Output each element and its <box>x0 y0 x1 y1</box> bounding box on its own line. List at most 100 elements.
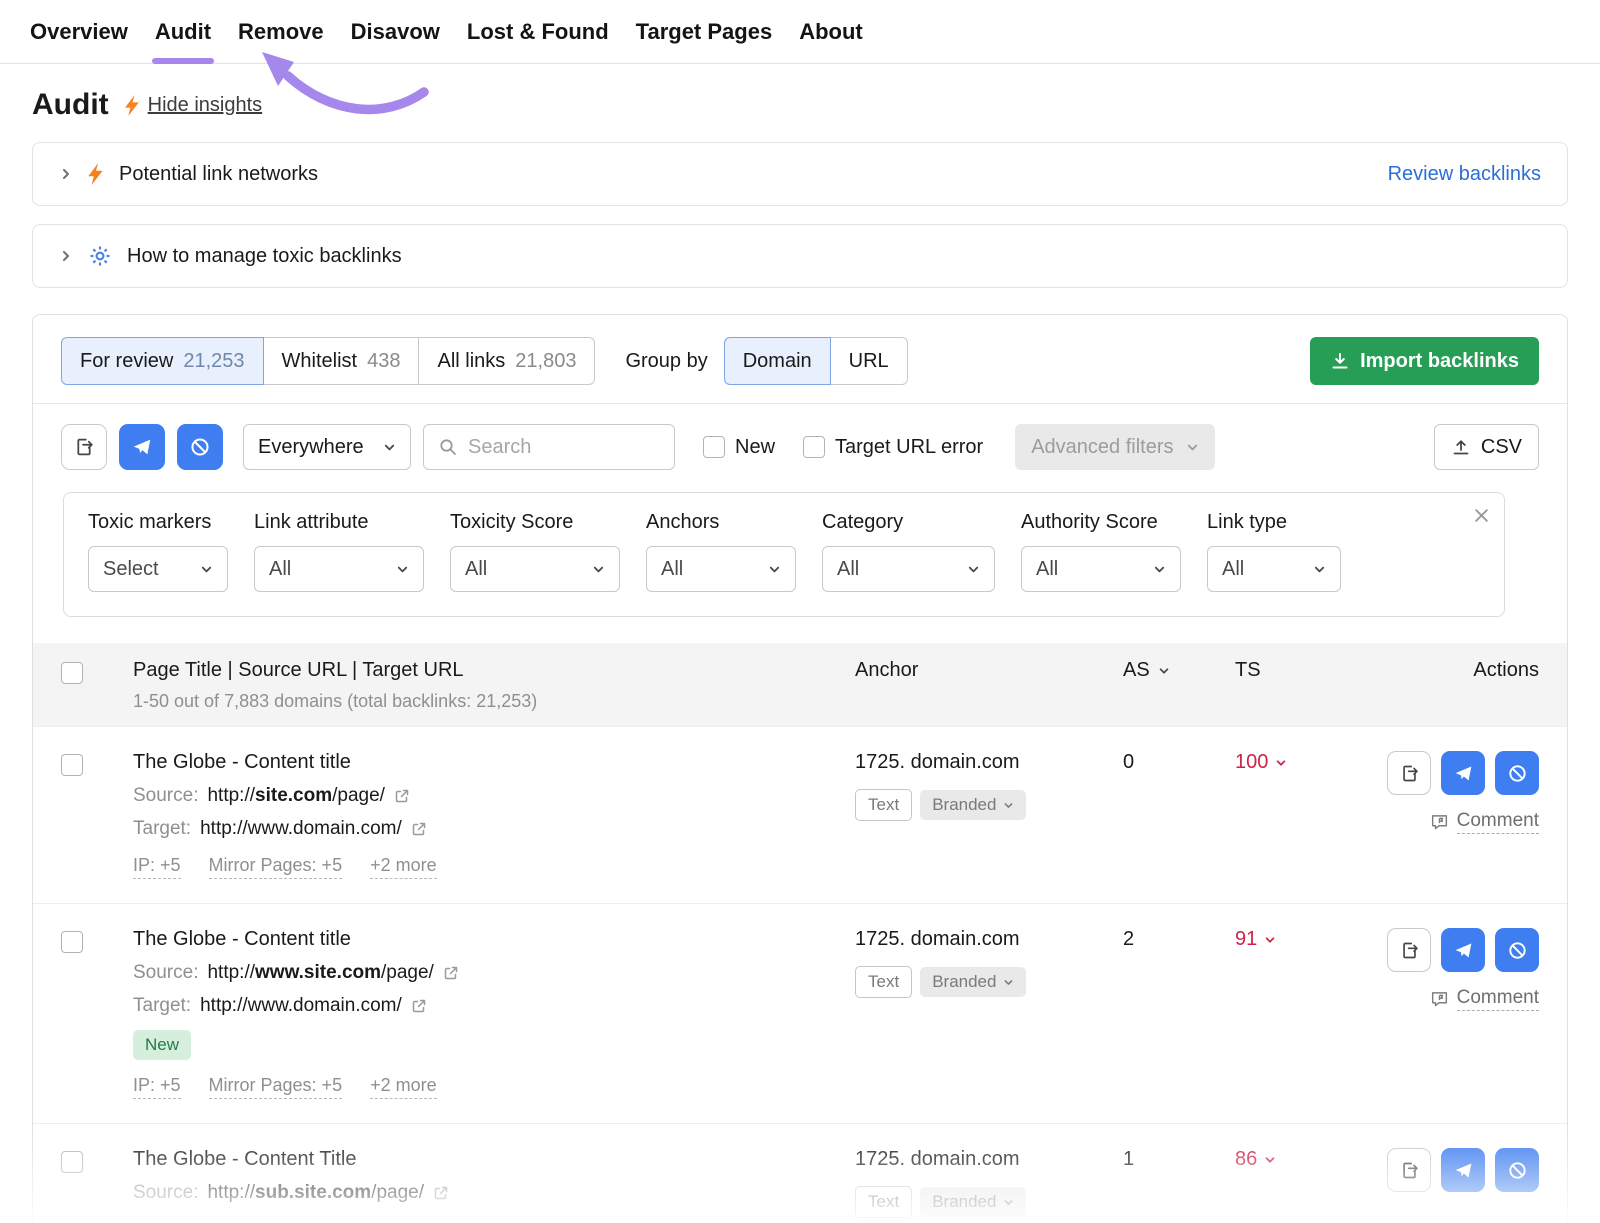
checkbox[interactable] <box>803 436 825 458</box>
export-report-button[interactable] <box>61 424 107 470</box>
tab-for-review[interactable]: For review 21,253 <box>61 337 264 385</box>
external-link-icon[interactable] <box>443 965 459 981</box>
branded-tag[interactable]: Branded <box>920 967 1026 997</box>
authority-score-select[interactable]: All <box>1021 546 1181 592</box>
filter-category: Category All <box>822 511 995 592</box>
filter-toxicity-score: Toxicity Score All <box>450 511 620 592</box>
hide-insights-link[interactable]: Hide insights <box>148 94 263 117</box>
external-link-icon[interactable] <box>411 998 427 1014</box>
anchor-text: 1725. domain.com <box>855 928 1123 951</box>
nav-disavow[interactable]: Disavow <box>351 0 440 64</box>
anchor-text: 1725. domain.com <box>855 751 1123 774</box>
move-row-to-disavow-button[interactable] <box>1495 928 1539 972</box>
group-by-domain-button[interactable]: Domain <box>724 337 831 385</box>
ip-meta[interactable]: IP: +5 <box>133 1075 181 1099</box>
source-url: http://www.site.com/page/ <box>207 962 433 984</box>
link-type-select[interactable]: All <box>1207 546 1341 592</box>
export-row-button[interactable] <box>1387 751 1431 795</box>
toxic-markers-select[interactable]: Select <box>88 546 228 592</box>
toxicity-score-value[interactable]: 86 <box>1235 1148 1359 1171</box>
tab-all-links[interactable]: All links 21,803 <box>418 337 595 385</box>
nav-audit[interactable]: Audit <box>155 0 211 64</box>
nav-lost-and-found[interactable]: Lost & Found <box>467 0 609 64</box>
checkbox[interactable] <box>703 436 725 458</box>
column-actions: Actions <box>1359 659 1539 682</box>
close-filters-button[interactable] <box>1473 507 1490 524</box>
more-meta[interactable]: +2 more <box>370 855 437 879</box>
branded-tag[interactable]: Branded <box>920 1187 1026 1217</box>
group-by-toggle: Domain URL <box>724 337 908 385</box>
row-checkbox[interactable] <box>61 754 83 776</box>
group-by-url-button[interactable]: URL <box>830 337 908 385</box>
move-row-to-remove-button[interactable] <box>1441 751 1485 795</box>
row-checkbox[interactable] <box>61 1151 83 1173</box>
column-as-sort[interactable]: AS <box>1123 659 1235 682</box>
review-backlinks-link[interactable]: Review backlinks <box>1388 163 1541 186</box>
ip-meta[interactable]: IP: +5 <box>133 855 181 879</box>
filter-anchors: Anchors All <box>646 511 796 592</box>
chevron-down-icon <box>967 563 980 576</box>
filters-panel: Toxic markers Select Link attribute All … <box>63 492 1505 617</box>
search-input[interactable] <box>468 436 660 459</box>
external-link-icon[interactable] <box>411 821 427 837</box>
advanced-filters-button[interactable]: Advanced filters <box>1015 424 1214 470</box>
anchors-select[interactable]: All <box>646 546 796 592</box>
external-link-icon[interactable] <box>394 788 410 804</box>
comment-link[interactable]: Comment <box>1430 987 1539 1011</box>
row-checkbox[interactable] <box>61 931 83 953</box>
mirror-pages-meta[interactable]: Mirror Pages: +5 <box>209 855 343 879</box>
source-url: http://sub.site.com/page/ <box>207 1182 424 1204</box>
page-title: Audit <box>32 88 109 122</box>
tab-label: All links <box>437 350 505 373</box>
toxicity-score-select[interactable]: All <box>450 546 620 592</box>
export-row-button[interactable] <box>1387 928 1431 972</box>
scope-select[interactable]: Everywhere <box>243 424 411 470</box>
external-link-icon[interactable] <box>433 1185 449 1201</box>
page-title-text: The Globe - Content title <box>133 928 855 951</box>
more-meta[interactable]: +2 more <box>370 1075 437 1099</box>
select-all-checkbox[interactable] <box>61 662 83 684</box>
nav-target-pages[interactable]: Target Pages <box>636 0 773 64</box>
filter-label: Toxicity Score <box>450 511 620 534</box>
filter-toxic-markers: Toxic markers Select <box>88 511 228 592</box>
filter-label: Link type <box>1207 511 1341 534</box>
move-row-to-disavow-button[interactable] <box>1495 751 1539 795</box>
export-csv-button[interactable]: CSV <box>1434 424 1539 470</box>
toxicity-score-value[interactable]: 91 <box>1235 928 1359 951</box>
move-to-remove-button[interactable] <box>119 424 165 470</box>
comment-link[interactable]: Comment <box>1430 810 1539 834</box>
nav-overview[interactable]: Overview <box>30 0 128 64</box>
panel-toxic-backlinks[interactable]: How to manage toxic backlinks <box>32 224 1568 288</box>
move-row-to-remove-button[interactable] <box>1441 928 1485 972</box>
export-doc-icon <box>1399 940 1420 961</box>
authority-score-value: 2 <box>1123 928 1134 950</box>
move-row-to-remove-button[interactable] <box>1441 1148 1485 1192</box>
move-row-to-disavow-button[interactable] <box>1495 1148 1539 1192</box>
filter-value: All <box>1036 558 1058 581</box>
tab-label: Whitelist <box>282 350 358 373</box>
nav-remove[interactable]: Remove <box>238 0 324 64</box>
toxicity-score-value[interactable]: 100 <box>1235 751 1359 774</box>
chevron-down-icon <box>1003 977 1014 988</box>
import-backlinks-button[interactable]: Import backlinks <box>1310 337 1539 385</box>
csv-label: CSV <box>1481 436 1522 459</box>
filter-authority-score: Authority Score All <box>1021 511 1181 592</box>
branded-tag-label: Branded <box>932 795 996 815</box>
scope-select-value: Everywhere <box>258 436 364 459</box>
export-row-button[interactable] <box>1387 1148 1431 1192</box>
chevron-down-icon <box>1003 800 1014 811</box>
chevron-down-icon <box>1186 441 1199 454</box>
branded-tag[interactable]: Branded <box>920 790 1026 820</box>
backlink-row: The Globe - Content title Source: http:/… <box>33 726 1567 903</box>
link-attribute-select[interactable]: All <box>254 546 424 592</box>
category-select[interactable]: All <box>822 546 995 592</box>
move-to-disavow-button[interactable] <box>177 424 223 470</box>
anchor-text: 1725. domain.com <box>855 1148 1123 1171</box>
panel-link-networks[interactable]: Potential link networks Review backlinks <box>32 142 1568 206</box>
chevron-down-icon <box>768 563 781 576</box>
tab-whitelist[interactable]: Whitelist 438 <box>263 337 420 385</box>
nav-about[interactable]: About <box>799 0 863 64</box>
target-url-error-checkbox[interactable]: Target URL error <box>803 436 983 459</box>
new-filter-checkbox[interactable]: New <box>703 436 775 459</box>
mirror-pages-meta[interactable]: Mirror Pages: +5 <box>209 1075 343 1099</box>
